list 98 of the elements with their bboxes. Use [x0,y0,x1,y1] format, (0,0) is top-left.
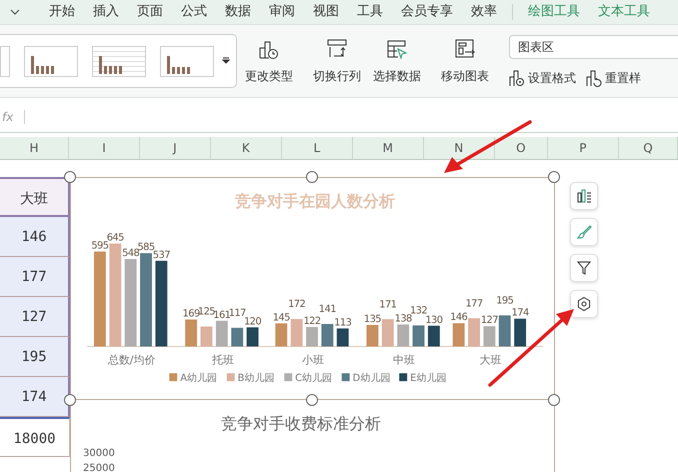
bar-chart-icon [576,188,592,204]
data-label: 125 [198,306,216,318]
category-label: 大班 [479,353,502,366]
chart-style-thumbnail[interactable] [0,46,10,76]
legend-label: A幼儿园 [180,373,217,384]
chart-style-thumbnail[interactable] [24,46,78,76]
data-label: 161 [213,310,230,321]
switch-rows-columns-icon [326,38,348,60]
column-header[interactable]: K [210,137,282,159]
legend-label: C幼儿园 [295,373,332,384]
chart-gear-icon [509,69,525,87]
move-chart-icon [454,38,476,60]
legend-label: B幼儿园 [238,373,274,384]
settings-icon [576,296,592,312]
category-label: 中班 [393,353,416,366]
menu-tab[interactable]: 工具 [348,2,392,22]
chart-area[interactable]: 竞争对手收费标准分析 30000 25000 [70,406,555,472]
category-label: 小班 [302,353,324,366]
column-header[interactable]: I [68,137,140,159]
axis-tick-label: 30000 [83,448,115,459]
data-label: 645 [106,232,124,244]
table-cell: 146 [0,217,70,257]
ribbon-button[interactable]: 重置样 [586,69,641,87]
menu-tab[interactable]: 文本工具 [589,2,659,22]
column-header[interactable]: L [282,137,353,159]
chart-title: 竞争对手收费标准分析 [221,414,381,435]
column-header[interactable]: H [0,137,69,159]
table-cell: 195 [0,337,70,377]
data-label: 595 [91,240,108,252]
table-cell: 大班 [0,177,70,217]
ribbon-button[interactable]: 设置格式 [509,69,576,87]
table-cell: 177 [0,257,70,297]
resize-handle[interactable] [548,394,560,406]
menu-tab[interactable]: 页面 [128,2,172,22]
ribbon-button[interactable]: 选择数据 [369,38,425,84]
data-label: 548 [122,248,140,260]
menu-tab[interactable]: 数据 [216,2,260,22]
settings-button[interactable] [570,290,598,318]
column-header[interactable]: P [548,137,619,159]
category-label: 托班 [212,353,234,366]
menu-tab[interactable]: 审阅 [260,2,304,22]
resize-handle[interactable] [306,394,318,406]
data-label: 130 [425,314,442,326]
menu-tab[interactable]: 开始 [40,2,84,22]
chart-reset-icon [586,69,602,87]
filter-icon [576,260,592,276]
data-label: 146 [450,312,468,324]
chart-style-button[interactable] [570,218,598,246]
data-label: 171 [379,299,396,310]
menu-tab[interactable]: 绘图工具 [519,2,589,22]
formula-label: fx [1,110,14,124]
chart-title: 竞争对手在园人数分析 [234,192,395,211]
column-header[interactable]: O [494,137,548,159]
table-cell: 174 [0,377,70,417]
menu-tab[interactable]: 会员专享 [392,2,462,22]
chart-element-dropdown[interactable]: 图表区 [509,35,678,59]
data-label: 145 [272,312,290,324]
menu-tab[interactable]: 效率 [462,2,506,22]
data-label: 117 [228,308,246,319]
resize-handle[interactable] [548,171,560,183]
chart-filter-button[interactable] [570,254,598,282]
data-label: 172 [288,299,306,310]
category-label: 总数/均价 [108,353,156,366]
data-label: 537 [152,250,170,261]
resize-handle[interactable] [306,171,318,183]
table-cursor-icon [386,38,408,60]
table-cell: 127 [0,297,70,337]
chart-elements-button[interactable] [570,182,598,210]
menu-tab[interactable]: 插入 [84,2,128,22]
data-label: 127 [480,315,498,326]
ribbon-button[interactable]: 更改类型 [241,38,297,84]
legend-label: D幼儿园 [352,373,390,384]
chart-style-thumbnail[interactable] [92,46,146,76]
chart-style-thumbnail[interactable] [160,46,214,76]
data-label: 169 [182,308,200,320]
data-label: 138 [394,313,412,324]
column-header[interactable]: Q [618,137,678,159]
chevron-down-icon[interactable] [10,8,20,16]
ribbon-button[interactable]: 切换行列 [309,38,365,84]
data-label: 113 [334,317,352,328]
ribbon-button[interactable]: 移动图表 [437,38,493,84]
data-label: 135 [364,314,382,325]
resize-handle[interactable] [64,171,76,183]
table-cell: 18000 [0,417,70,457]
data-label: 122 [303,316,321,328]
legend-label: E幼儿园 [410,373,446,384]
data-label: 195 [496,295,514,306]
menu-tab[interactable]: 公式 [172,2,216,22]
brush-icon [576,224,592,240]
data-label: 141 [318,304,336,316]
column-header[interactable]: J [140,137,211,159]
data-label: 174 [512,308,529,319]
menu-tab[interactable]: 视图 [304,2,348,22]
axis-tick-label: 25000 [83,463,115,472]
column-header[interactable]: M [352,137,424,159]
dropdown-arrow-icon[interactable] [222,57,230,65]
data-label: 177 [465,298,483,310]
data-label: 120 [244,316,262,328]
